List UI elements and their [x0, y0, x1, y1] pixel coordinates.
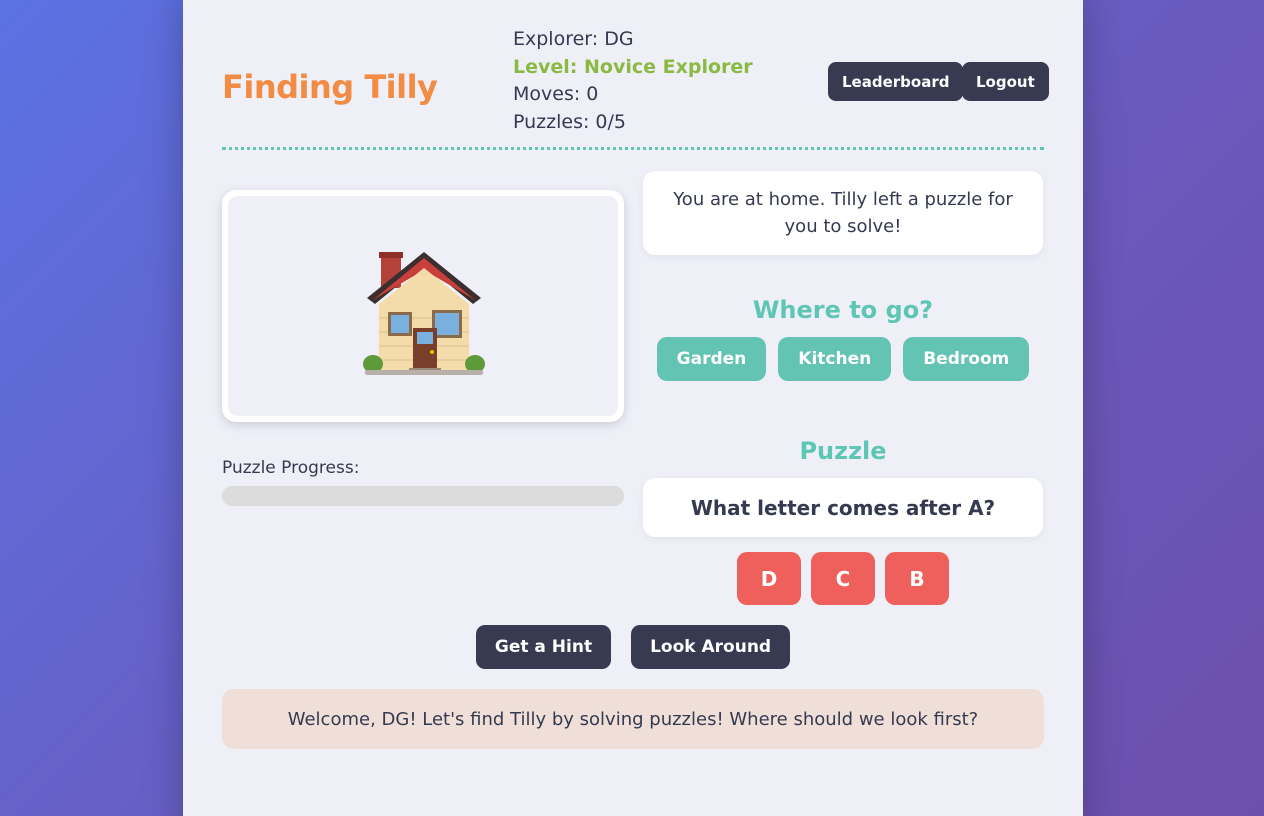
game-title: Finding Tilly	[222, 68, 438, 106]
answer-button-b[interactable]: B	[885, 552, 949, 605]
explorer-level: Level: Novice Explorer	[513, 55, 753, 78]
progress-bar	[222, 486, 624, 506]
look-around-button[interactable]: Look Around	[631, 625, 791, 669]
navigation-options: Garden Kitchen Bedroom	[643, 337, 1043, 381]
game-header: Finding Tilly Explorer: DG Level: Novice…	[222, 20, 1049, 150]
answer-button-c[interactable]: C	[811, 552, 875, 605]
action-buttons: Get a Hint Look Around	[222, 625, 1044, 669]
progress-label: Puzzle Progress:	[222, 458, 360, 478]
puzzles-count: Puzzles: 0/5	[513, 110, 626, 133]
house-icon	[363, 252, 485, 375]
logout-button[interactable]: Logout	[962, 62, 1049, 101]
go-garden-button[interactable]: Garden	[656, 337, 767, 381]
scene-canvas	[228, 196, 618, 416]
go-kitchen-button[interactable]: Kitchen	[778, 337, 892, 381]
go-bedroom-button[interactable]: Bedroom	[903, 337, 1030, 381]
answer-button-d[interactable]: D	[737, 552, 801, 605]
player-stats: Explorer: DG Level: Novice Explorer Move…	[513, 26, 753, 136]
hint-button[interactable]: Get a Hint	[475, 625, 612, 669]
navigation-title: Where to go?	[752, 296, 934, 324]
welcome-message: Welcome, DG! Let's find Tilly by solving…	[222, 689, 1044, 749]
leaderboard-button[interactable]: Leaderboard	[828, 62, 964, 101]
moves-count: Moves: 0	[513, 83, 599, 105]
answer-options: D C B	[643, 552, 1043, 605]
location-description: You are at home. Tilly left a puzzle for…	[643, 171, 1043, 255]
scene-view	[222, 190, 624, 422]
puzzle-title: Puzzle	[799, 437, 887, 465]
puzzle-question: What letter comes after A?	[643, 478, 1043, 537]
explorer-name: Explorer: DG	[513, 28, 634, 50]
